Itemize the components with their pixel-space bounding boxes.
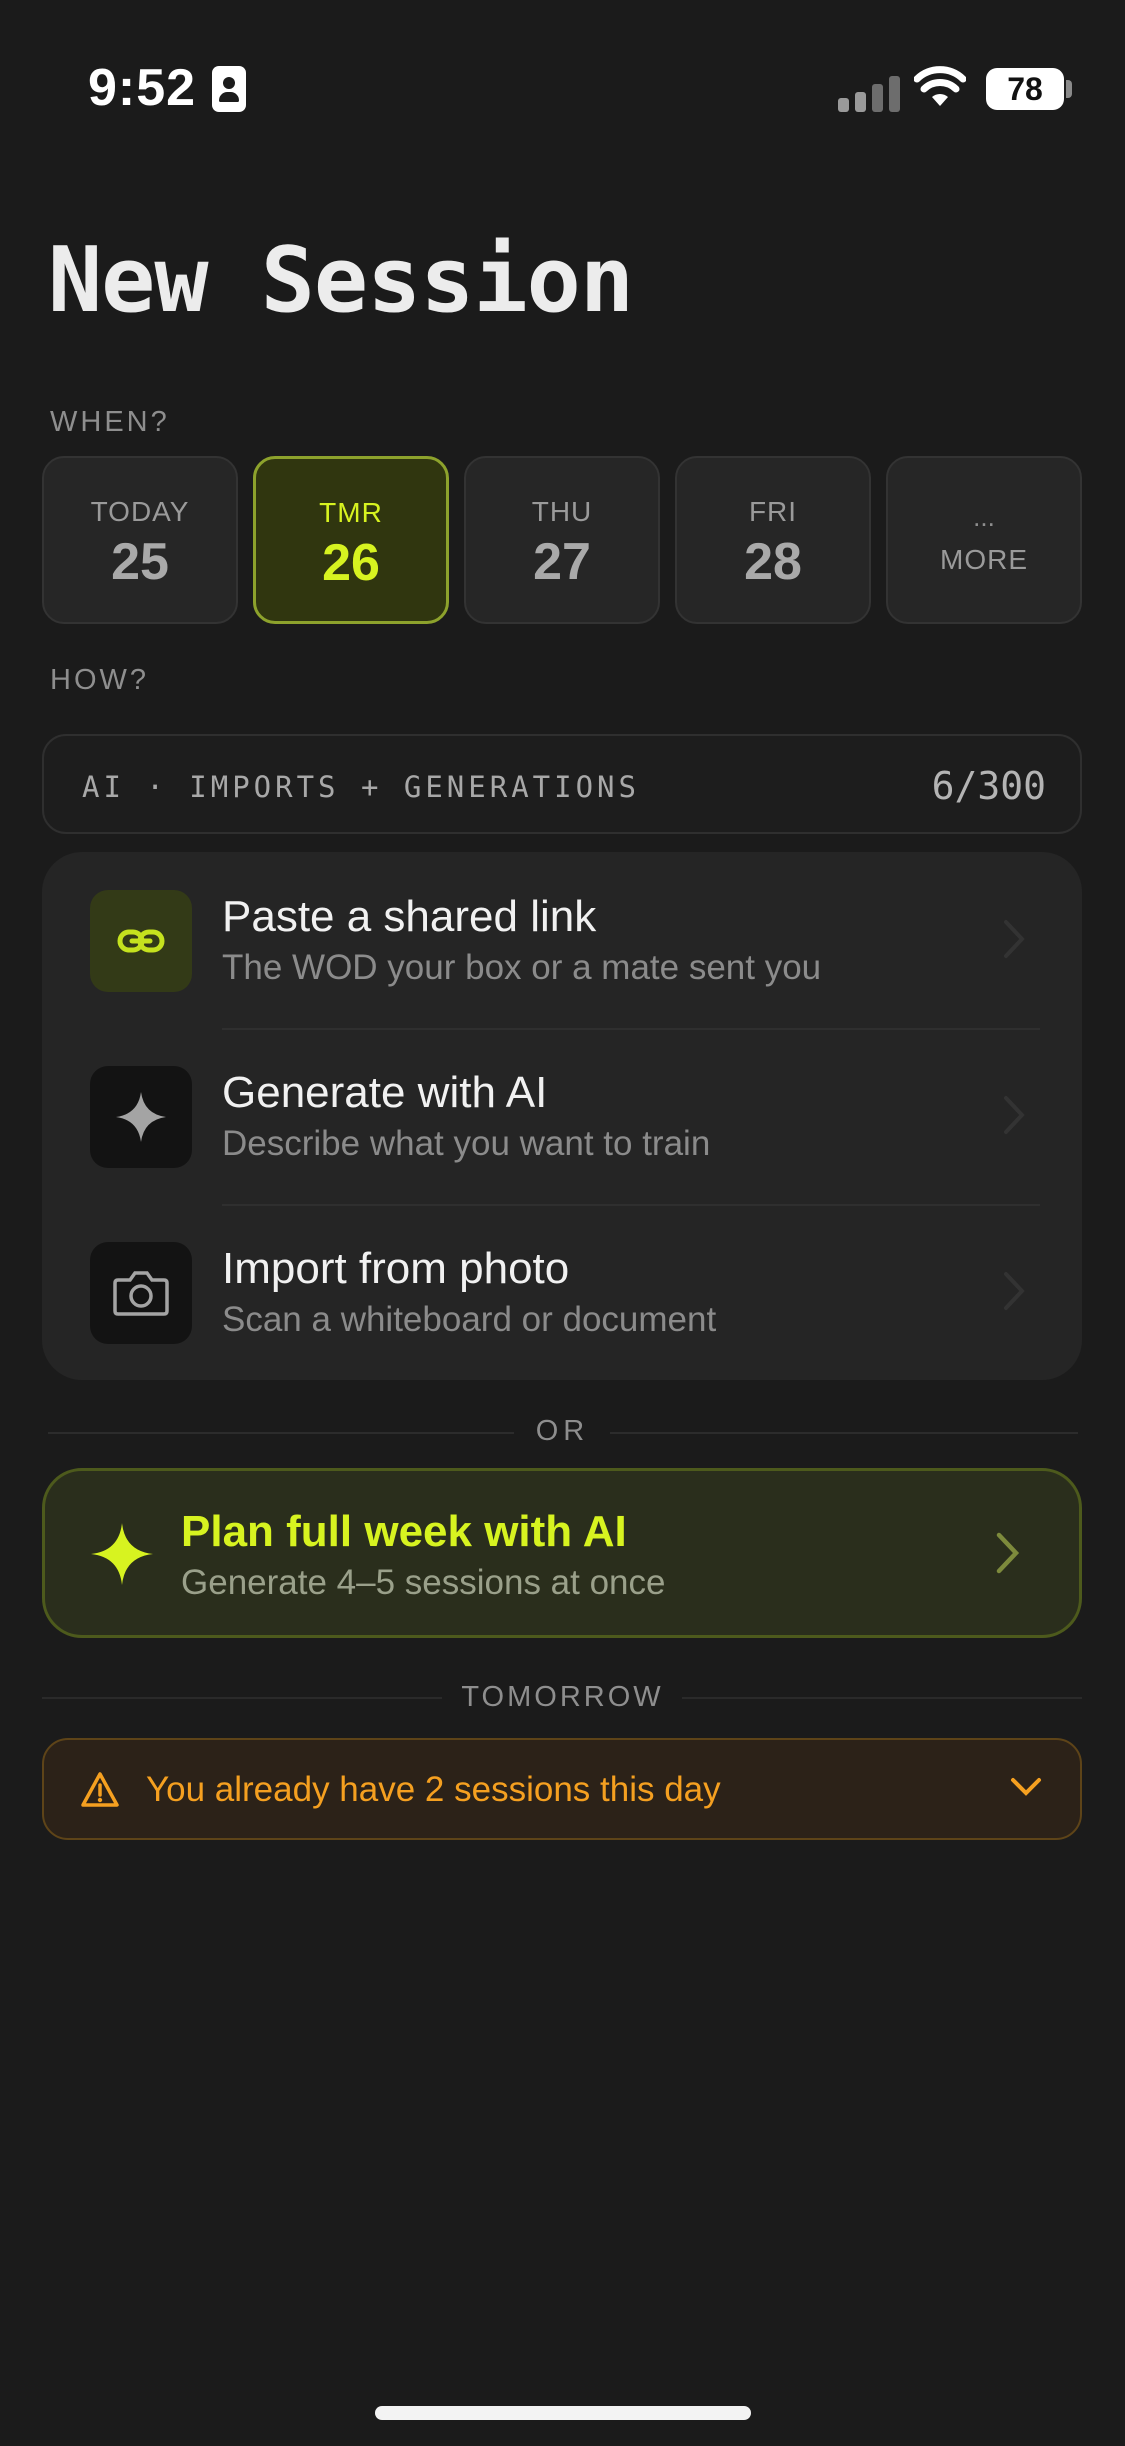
sparkle-icon <box>90 1066 192 1168</box>
option-subtitle: Scan a whiteboard or document <box>222 1300 717 1339</box>
sessions-warning-banner[interactable]: You already have 2 sessions this day <box>42 1738 1082 1840</box>
sparkle-icon <box>91 1523 153 1585</box>
how-label: HOW? <box>50 664 149 696</box>
cellular-signal-icon <box>838 72 900 112</box>
import-options-card: Paste a shared link The WOD your box or … <box>42 852 1082 1380</box>
generate-ai-option[interactable]: Generate with AI Describe what you want … <box>42 1028 1082 1204</box>
option-subtitle: The WOD your box or a mate sent you <box>222 948 822 987</box>
day-chip-fri[interactable]: FRI 28 <box>675 456 871 624</box>
day-name: TODAY <box>90 496 190 527</box>
option-subtitle: Describe what you want to train <box>222 1124 711 1163</box>
chevron-down-icon <box>1011 1778 1041 1796</box>
more-dots: ... <box>973 502 995 532</box>
quota-label: AI · IMPORTS + GENERATIONS <box>82 770 640 804</box>
battery-icon: 78 <box>986 68 1064 110</box>
warning-text: You already have 2 sessions this day <box>146 1770 721 1809</box>
or-separator: OR <box>535 1415 590 1447</box>
day-chip-today[interactable]: TODAY 25 <box>42 456 238 624</box>
day-number: 27 <box>533 533 591 591</box>
paste-link-option[interactable]: Paste a shared link The WOD your box or … <box>42 852 1082 1028</box>
ai-quota-bar: AI · IMPORTS + GENERATIONS 6/300 <box>42 734 1082 834</box>
when-label: WHEN? <box>50 406 170 438</box>
status-time: 9:52 <box>88 59 197 117</box>
option-title: Paste a shared link <box>222 892 597 941</box>
page-title: New Session <box>48 228 634 333</box>
contact-card-icon <box>212 66 246 112</box>
plan-subtitle: Generate 4–5 sessions at once <box>181 1563 666 1602</box>
day-name: THU <box>531 496 593 527</box>
warning-icon <box>81 1772 119 1807</box>
more-label: MORE <box>940 544 1028 575</box>
option-title: Generate with AI <box>222 1068 548 1117</box>
option-title: Import from photo <box>222 1244 570 1293</box>
day-number: 28 <box>744 533 802 591</box>
chevron-right-icon <box>996 1532 1020 1574</box>
day-chip-thu[interactable]: THU 27 <box>464 456 660 624</box>
import-photo-option[interactable]: Import from photo Scan a whiteboard or d… <box>42 1204 1082 1380</box>
day-chip-tomorrow[interactable]: TMR 26 <box>253 456 449 624</box>
day-number: 25 <box>111 533 169 591</box>
plan-week-button[interactable]: Plan full week with AI Generate 4–5 sess… <box>42 1468 1082 1638</box>
day-number: 26 <box>322 534 380 592</box>
camera-icon <box>90 1242 192 1344</box>
day-name: TMR <box>319 497 383 528</box>
wifi-icon <box>914 66 966 106</box>
day-name: FRI <box>748 496 798 527</box>
chevron-right-icon <box>1004 1272 1025 1310</box>
day-section-header: TOMORROW <box>461 1681 664 1713</box>
home-indicator[interactable] <box>375 2406 751 2420</box>
quota-count: 6/300 <box>931 764 1046 808</box>
battery-tip <box>1066 80 1072 98</box>
chevron-right-icon <box>1004 1096 1025 1134</box>
link-icon <box>90 890 192 992</box>
chevron-right-icon <box>1004 920 1025 958</box>
plan-title: Plan full week with AI <box>181 1507 627 1556</box>
day-chip-more[interactable]: ... MORE <box>886 456 1082 624</box>
